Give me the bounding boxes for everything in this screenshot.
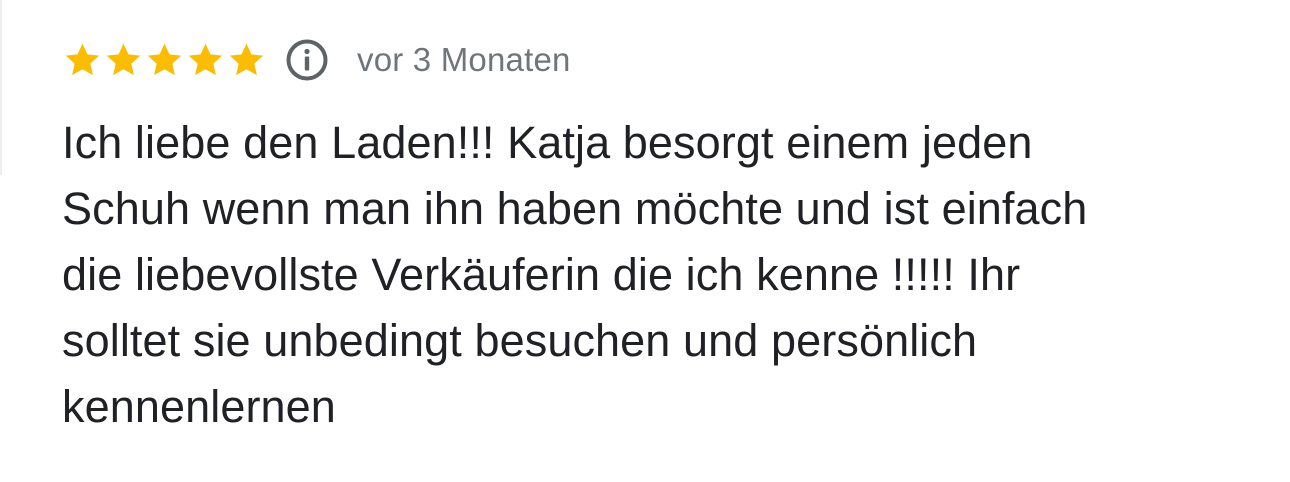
info-icon[interactable]	[285, 38, 329, 82]
star-icon	[229, 43, 264, 76]
star-rating	[62, 40, 267, 80]
review-text-line: Schuh wenn man ihn haben möchte und ist …	[62, 183, 1088, 234]
review-text-line: solltet sie unbedingt besuchen und persö…	[62, 315, 978, 366]
review-text-line: die liebevollste Verkäuferin die ich ken…	[62, 249, 1021, 300]
review-text: Ich liebe den Laden!!! Katja besorgt ein…	[62, 110, 1242, 440]
review-text-line: kennenlernen	[62, 381, 336, 432]
review-card: vor 3 Monaten Ich liebe den Laden!!! Kat…	[0, 0, 1290, 482]
review-text-line: Ich liebe den Laden!!! Katja besorgt ein…	[62, 117, 1033, 168]
review-date: vor 3 Monaten	[357, 41, 571, 78]
star-icon	[188, 43, 223, 76]
card-edge-divider	[0, 0, 2, 175]
star-icon	[65, 43, 100, 76]
star-icon	[147, 43, 182, 76]
star-icon	[106, 43, 141, 76]
review-meta-row: vor 3 Monaten	[62, 36, 571, 84]
